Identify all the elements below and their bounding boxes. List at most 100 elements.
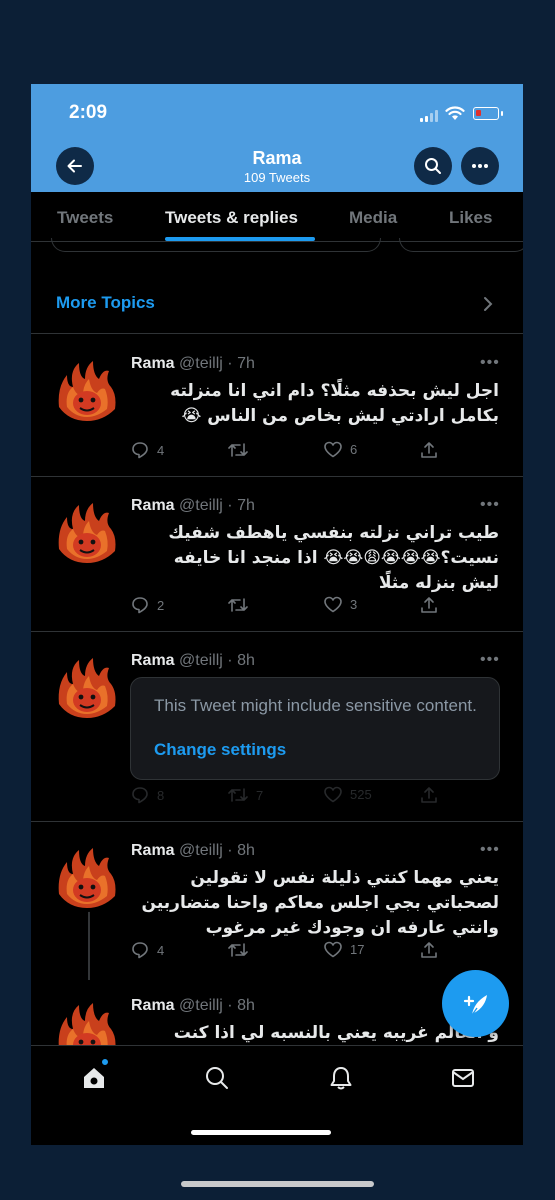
battery-icon [473,107,499,120]
topic-card-edge [51,238,381,252]
like-button[interactable]: 525 [324,786,372,803]
author-handle[interactable]: @teillj [179,497,223,514]
tweet-more-icon[interactable]: ••• [480,496,500,514]
author-name[interactable]: Rama [131,652,175,669]
home-icon[interactable] [81,1065,107,1091]
tweet-header: Rama @teillj · 7h [131,497,255,515]
share-icon [421,442,437,458]
compose-tweet-button[interactable] [442,970,509,1037]
like-count: 3 [350,597,358,612]
tweet[interactable]: Rama @teillj · 8h ••• يعني مهما كنتي ذلي… [31,822,523,980]
tweet-header: Rama @teillj · 8h [131,997,255,1015]
change-settings-link[interactable]: Change settings [154,740,286,760]
tweet-actions: 8 7 525 [131,786,511,808]
reply-icon [132,597,148,614]
author-name[interactable]: Rama [131,842,175,859]
tweet-actions: 4 6 [131,441,511,463]
share-icon [421,597,437,613]
more-topics-link[interactable]: More Topics [56,293,155,313]
fire-face-avatar [58,1003,116,1045]
tweet-time: · 8h [227,842,255,859]
more-options-button[interactable] [461,147,499,185]
author-handle[interactable]: @teillj [179,355,223,372]
author-name[interactable]: Rama [131,497,175,514]
author-handle[interactable]: @teillj [179,652,223,669]
like-button[interactable]: 17 [324,941,364,958]
topic-card-edge [399,238,523,252]
profile-header: Rama 109 Tweets [31,136,523,192]
more-topics-row[interactable]: More Topics [31,274,523,334]
like-count: 17 [350,942,365,957]
retweet-icon [228,943,248,957]
tweet-header: Rama @teillj · 8h [131,652,255,670]
tweet[interactable]: Rama @teillj · 8h ••• This Tweet might i… [31,632,523,822]
retweet-count: 7 [256,787,264,803]
retweet-icon [228,788,248,802]
reply-button[interactable]: 8 [131,786,164,804]
tweet-actions: 2 3 [131,596,511,618]
retweet-button[interactable]: 7 [228,786,263,804]
tab-tweets-and-replies[interactable]: Tweets & replies [165,208,298,228]
reply-button[interactable]: 4 [131,441,164,459]
tab-media[interactable]: Media [349,208,397,228]
share-icon [421,942,437,958]
home-indicator[interactable] [191,1130,331,1135]
retweet-icon [228,598,248,612]
notifications-bell-icon[interactable] [328,1065,354,1091]
reply-icon [132,942,148,959]
like-count: 6 [350,442,358,457]
tweet-time: · 8h [227,652,255,669]
heart-icon [324,441,342,458]
reply-icon [132,787,148,804]
avatar[interactable] [53,654,121,722]
fire-face-avatar [58,361,116,421]
author-name[interactable]: Rama [131,997,175,1014]
search-icon [425,158,441,174]
retweet-icon [228,443,248,457]
tweet-text: يعني مهما كنتي ذليلة نفس لا تقولين لصحبا… [141,868,499,938]
chevron-right-icon [484,297,493,311]
search-nav-icon[interactable] [204,1065,230,1091]
reply-button[interactable]: 2 [131,596,164,614]
tab-tweets[interactable]: Tweets [57,208,113,228]
reply-count: 8 [157,787,165,803]
author-name[interactable]: Rama [131,355,175,372]
tweet-more-icon[interactable]: ••• [480,841,500,859]
wifi-icon [445,106,465,120]
share-button[interactable] [420,941,438,959]
tweet-time: · 7h [227,355,255,372]
tweet-text: و العالم غريبه يعني بالنسبه لي اذا كنت [173,1023,499,1043]
avatar[interactable] [53,357,121,425]
retweet-button[interactable] [228,941,248,959]
reply-count: 4 [157,942,165,958]
tweet-text: طيب تراني نزلته بنفسي ياهطف شفيك نسيت؟😭😭… [168,523,499,593]
messages-envelope-icon[interactable] [450,1065,476,1091]
tab-likes[interactable]: Likes [449,208,492,228]
author-handle[interactable]: @teillj [179,997,223,1014]
author-handle[interactable]: @teillj [179,842,223,859]
search-button[interactable] [414,147,452,185]
avatar[interactable] [53,844,121,912]
like-button[interactable]: 6 [324,441,357,458]
like-count: 525 [350,787,372,802]
share-button[interactable] [420,596,438,614]
reply-icon [132,442,148,459]
tweet-more-icon[interactable]: ••• [480,651,500,669]
reply-button[interactable]: 4 [131,941,164,959]
like-button[interactable]: 3 [324,596,357,613]
retweet-button[interactable] [228,441,248,459]
tweet[interactable]: Rama @teillj · 7h ••• طيب تراني نزلته بن… [31,477,523,632]
share-button[interactable] [420,441,438,459]
sensitive-warning-text: This Tweet might include sensitive conte… [154,696,477,715]
sensitive-content-card: This Tweet might include sensitive conte… [130,677,500,780]
share-button[interactable] [420,786,438,804]
tweet-actions: 4 17 [131,941,511,963]
reply-count: 2 [157,597,165,613]
tweet-more-icon[interactable]: ••• [480,354,500,372]
tweet-header: Rama @teillj · 7h [131,355,255,373]
tweet[interactable]: Rama @teillj · 7h ••• اجل ليش بحذفه مثلً… [31,335,523,477]
avatar[interactable] [53,499,121,567]
heart-icon [324,941,342,958]
retweet-button[interactable] [228,596,248,614]
avatar[interactable] [53,999,121,1045]
